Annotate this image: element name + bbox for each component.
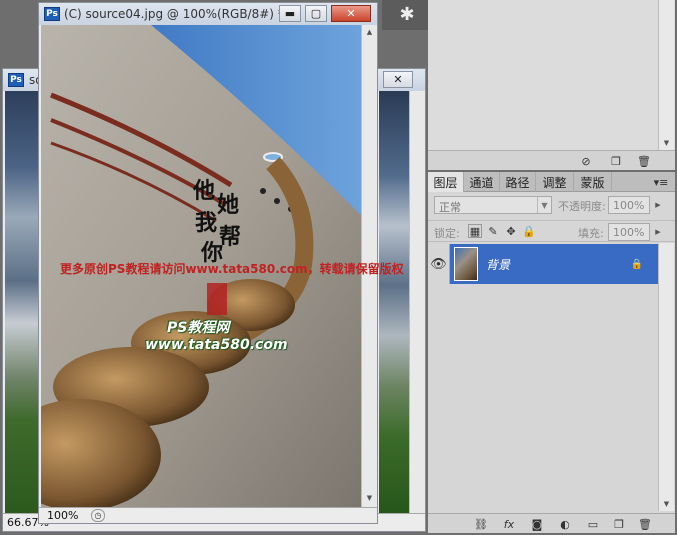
status-menu-icon[interactable]: ◷ <box>91 509 105 522</box>
scroll-down-arrow[interactable]: ▼ <box>362 491 377 505</box>
logo-text: PS教程网 <box>167 320 230 336</box>
opacity-dropdown-icon[interactable]: ▶ <box>652 198 664 212</box>
blend-mode-value: 正常 <box>439 201 461 214</box>
layers-scrollbar[interactable]: ▼ <box>658 243 674 511</box>
doc-back-canvas-right <box>379 91 409 513</box>
layer-name[interactable]: 背景 <box>486 256 510 273</box>
trash-icon[interactable]: 🗑 <box>636 516 654 532</box>
calligraphy-glyph: 我 <box>195 210 218 236</box>
opacity-label: 不透明度: <box>558 200 606 213</box>
layer-row[interactable]: 👁 背景 🔒 <box>428 244 658 284</box>
opacity-field[interactable]: 100% <box>608 196 650 214</box>
fill-label: 填充: <box>578 227 604 240</box>
porthole <box>274 198 280 204</box>
link-icon[interactable]: ⛓ <box>472 516 490 532</box>
tab-channels[interactable]: 通道 <box>464 172 500 192</box>
ps-app-icon: Ps <box>44 7 60 21</box>
lock-move-icon[interactable]: ✥ <box>504 224 518 238</box>
new-layer-icon[interactable]: ❐ <box>608 153 624 169</box>
url-text: www.tata580.com <box>145 337 288 353</box>
lock-all-icon[interactable]: 🔒 <box>522 224 536 238</box>
watermark-text: 更多原创PS教程请访问www.tata580.com，转载请保留版权 <box>60 262 404 276</box>
watermark-seal <box>207 283 227 315</box>
doc-back-scrollbar[interactable] <box>409 91 425 513</box>
upper-panel-footer: ⊘ ❐ 🗑 <box>428 150 675 170</box>
fill-dropdown-icon[interactable]: ▶ <box>652 225 664 239</box>
doc-back-close-button[interactable]: ✕ <box>383 71 413 88</box>
folder-icon[interactable]: ▭ <box>584 516 602 532</box>
close-button[interactable]: ✕ <box>331 5 371 22</box>
ps-app-icon: Ps <box>8 73 24 87</box>
trash-icon[interactable]: 🗑 <box>636 153 652 169</box>
zoom-level[interactable]: 100% <box>47 509 78 522</box>
tab-paths[interactable]: 路径 <box>500 172 536 192</box>
calligraphy-glyph: 她 <box>217 192 240 218</box>
panel-menu-icon[interactable]: ▾≡ <box>650 174 672 190</box>
mask-icon[interactable]: ◙ <box>528 516 546 532</box>
blend-mode-select[interactable]: 正常 ▼ <box>434 196 552 214</box>
no-icon[interactable]: ⊘ <box>578 153 594 169</box>
maximize-button[interactable]: ▢ <box>305 5 327 22</box>
scroll-down-arrow[interactable]: ▼ <box>659 497 674 511</box>
minimize-button[interactable]: ▬ <box>279 5 301 22</box>
lock-icon: 🔒 <box>630 258 644 270</box>
lock-row: 锁定: ▦ ✎ ✥ 🔒 填充: 100% ▶ <box>428 220 675 242</box>
lock-brush-icon[interactable]: ✎ <box>486 224 500 238</box>
opacity-value: 100% <box>613 199 645 212</box>
doc-main-statusbar: 100% ◷ <box>39 507 377 523</box>
layer-thumbnail[interactable] <box>454 247 478 281</box>
porthole <box>260 188 266 194</box>
scroll-down-arrow[interactable]: ▼ <box>659 136 674 150</box>
doc-main-titlebar[interactable]: Ps (C) source04.jpg @ 100%(RGB/8#) * ▬ ▢… <box>39 3 377 25</box>
tab-masks[interactable]: 蒙版 <box>574 172 612 192</box>
pinwheel-icon[interactable]: ✱ <box>394 2 420 26</box>
doc-main-title: (C) source04.jpg @ 100%(RGB/8#) * <box>64 7 284 21</box>
layers-footer: ⛓ fx ◙ ◐ ▭ ❐ 🗑 <box>428 513 675 533</box>
lock-transparency-icon[interactable]: ▦ <box>468 224 482 238</box>
panel-tab-bar: 图层 通道 路径 调整 蒙版 ▾≡ <box>428 172 675 192</box>
lock-label: 锁定: <box>434 227 460 240</box>
calligraphy-glyph: 他 <box>193 178 216 204</box>
tab-layers[interactable]: 图层 <box>428 172 464 192</box>
doc-back-canvas-left <box>5 91 41 513</box>
fx-icon[interactable]: fx <box>500 516 518 532</box>
chevron-down-icon: ▼ <box>537 197 551 213</box>
new-layer-icon[interactable]: ❐ <box>610 516 628 532</box>
eye-icon[interactable]: 👁 <box>428 244 450 284</box>
layers-panel: 图层 通道 路径 调整 蒙版 ▾≡ 正常 ▼ 不透明度: 100% ▶ 锁定: … <box>428 172 675 533</box>
scroll-up-arrow[interactable]: ▲ <box>362 25 377 39</box>
tab-adjustments[interactable]: 调整 <box>536 172 574 192</box>
fill-field[interactable]: 100% <box>608 223 650 241</box>
upper-panel-scrollbar[interactable]: ▼ <box>658 0 674 150</box>
fill-value: 100% <box>613 226 645 239</box>
adjustment-icon[interactable]: ◐ <box>556 516 574 532</box>
upper-panel: ▼ ⊘ ❐ 🗑 <box>428 0 675 170</box>
